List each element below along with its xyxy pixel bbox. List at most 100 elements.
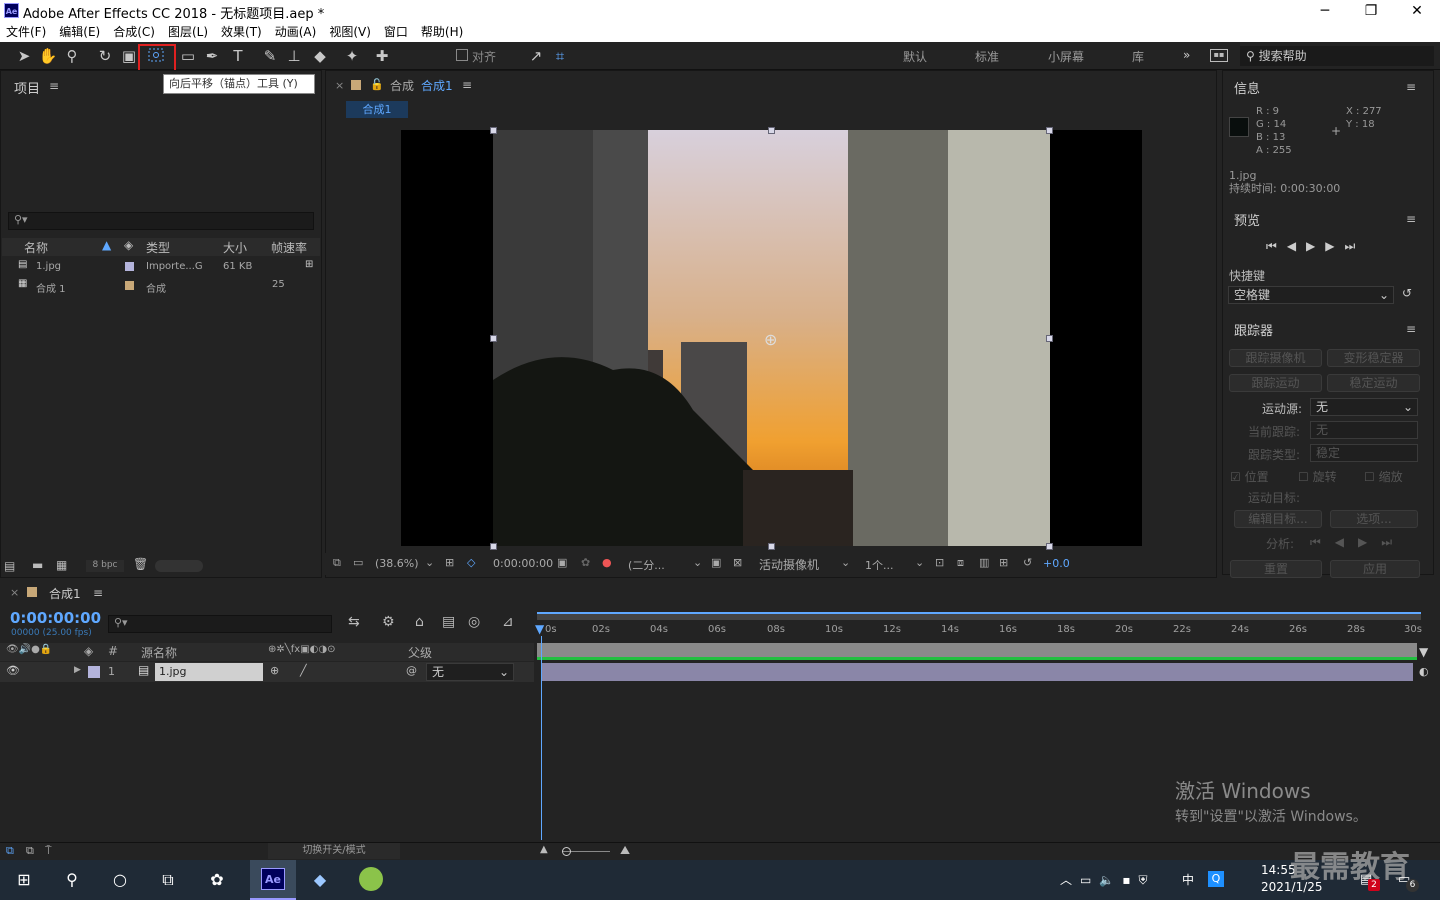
timeline-menu-icon[interactable]: ≡: [93, 586, 103, 600]
search-help-field[interactable]: ⚲ 搜索帮助: [1240, 46, 1434, 66]
options-button[interactable]: 选项...: [1330, 510, 1418, 528]
thumbnail-slider[interactable]: [155, 560, 203, 572]
grid-icon[interactable]: ⊞: [445, 556, 454, 569]
close-button[interactable]: ✕: [1394, 0, 1440, 22]
menu-help[interactable]: 帮助(H): [421, 22, 463, 42]
mask-visibility-icon[interactable]: ◇: [467, 556, 475, 569]
region-of-interest-icon[interactable]: ▣: [711, 556, 721, 569]
qq-icon[interactable]: Q: [1208, 871, 1224, 887]
layer-label-swatch[interactable]: [88, 666, 100, 678]
anchor-point-icon[interactable]: ⊕: [764, 330, 777, 349]
layer-handle-tc[interactable]: [768, 127, 775, 134]
layer-handle-tr[interactable]: [1046, 127, 1053, 134]
workspace-libraries[interactable]: 库: [1132, 48, 1144, 65]
viewer-timecode[interactable]: 0:00:00:00: [493, 557, 553, 570]
zoom-slider-knob[interactable]: [562, 847, 571, 856]
comp-marker-icon[interactable]: ◐: [1419, 665, 1429, 678]
flowchart-icon[interactable]: ⊞: [305, 259, 313, 270]
stabilize-motion-button[interactable]: 稳定运动: [1327, 374, 1420, 392]
workspace-overflow[interactable]: »: [1183, 48, 1190, 62]
motion-source-dropdown[interactable]: 无 ⌄: [1310, 398, 1418, 416]
puppet-pin-tool-icon[interactable]: ✚: [372, 46, 392, 66]
pen-tool-icon[interactable]: ✒: [202, 46, 222, 66]
toggle-pixel-icon[interactable]: ⊡: [935, 556, 944, 569]
comp-menu-icon[interactable]: ≡: [462, 78, 472, 92]
warp-stabilizer-button[interactable]: 变形稳定器: [1327, 349, 1420, 367]
motion-blur-icon[interactable]: ◎: [468, 614, 480, 630]
taskbar-ae-button[interactable]: Ae: [250, 860, 296, 900]
current-track-dropdown[interactable]: 无: [1310, 421, 1418, 439]
layer-handle-bc[interactable]: [768, 543, 775, 550]
snap-target-icon[interactable]: ⌗: [550, 46, 570, 66]
layer-row[interactable]: 👁 ▶ 1 ▤ 1.jpg ⊕ ╱ @ 无 ⌄: [0, 662, 534, 682]
bpc-button[interactable]: 8 bpc: [86, 560, 124, 572]
rotate-tool-icon[interactable]: ↻: [95, 46, 115, 66]
timeline-icon[interactable]: ▥: [979, 556, 989, 569]
windows-start-icon[interactable]: ⊞: [12, 868, 36, 892]
hand-tool-icon[interactable]: ✋: [38, 46, 58, 66]
minimize-button[interactable]: ─: [1302, 0, 1348, 22]
graph-editor-icon[interactable]: ⊿: [502, 614, 514, 630]
zoom-dropdown[interactable]: (38.6%): [375, 557, 419, 570]
layer-switches-toggle-icon[interactable]: ⧉: [6, 844, 14, 858]
layer-handle-mr[interactable]: [1046, 335, 1053, 342]
workspace-standard[interactable]: 标准: [975, 48, 999, 65]
delete-trash-icon[interactable]: 🗑: [133, 557, 148, 571]
expand-arrow-icon[interactable]: ▶: [74, 665, 81, 675]
volume-icon[interactable]: 🔈: [1099, 873, 1122, 887]
last-frame-icon[interactable]: ⏭: [1345, 239, 1366, 253]
comp-mini-flowchart-icon[interactable]: ⇆: [348, 614, 360, 630]
layer-duration-bar[interactable]: [541, 663, 1413, 681]
task-view-icon[interactable]: ⧉: [156, 868, 180, 892]
apply-button[interactable]: 应用: [1330, 560, 1420, 578]
toggle-switches-modes-button[interactable]: 切换开关/模式: [268, 843, 400, 859]
layer-handle-ml[interactable]: [490, 335, 497, 342]
chevron-up-icon[interactable]: ︿: [1060, 873, 1080, 887]
timeline-search-input[interactable]: ⚲▾: [108, 615, 332, 633]
workspace-default[interactable]: 默认: [903, 48, 927, 65]
align-checkbox[interactable]: [456, 49, 468, 61]
in-out-icon[interactable]: ⍑: [45, 844, 52, 858]
scale-checkbox[interactable]: ☐ 缩放: [1364, 468, 1403, 485]
camera-dropdown[interactable]: 活动摄像机: [759, 556, 819, 573]
info-menu-icon[interactable]: ≡: [1406, 80, 1416, 94]
selection-tool-icon[interactable]: ➤: [14, 46, 34, 66]
eraser-tool-icon[interactable]: ◆: [310, 46, 330, 66]
menu-view[interactable]: 视图(V): [329, 22, 371, 42]
rectangle-tool-icon[interactable]: ▭: [178, 46, 198, 66]
timeline-tab-name[interactable]: 合成1: [49, 585, 81, 602]
cortana-icon[interactable]: ○: [108, 868, 132, 892]
monitor-icon[interactable]: ▭: [353, 556, 363, 569]
type-tool-icon[interactable]: T: [228, 46, 248, 66]
channel-rgb-icon[interactable]: ●: [602, 556, 612, 569]
menu-animation[interactable]: 动画(A): [275, 22, 317, 42]
always-preview-icon[interactable]: ⧉: [333, 556, 341, 570]
play-icon[interactable]: ▶: [1306, 239, 1325, 253]
flowchart-icon[interactable]: ⊞: [999, 556, 1008, 569]
pickwhip-icon[interactable]: @: [406, 664, 417, 677]
workspace-small-screen[interactable]: 小屏幕: [1048, 48, 1084, 65]
menu-effect[interactable]: 效果(T): [221, 22, 262, 42]
menu-layer[interactable]: 图层(L): [168, 22, 208, 42]
analyze-controls[interactable]: ⏮◀▶⏭: [1310, 535, 1406, 550]
new-folder-icon[interactable]: ▬: [32, 558, 43, 572]
track-camera-button[interactable]: 跟踪摄像机: [1229, 349, 1322, 367]
time-ruler[interactable]: 0s 02s 04s 06s 08s 10s 12s 14s 16s 18s 2…: [538, 620, 1422, 642]
draft-3d-icon[interactable]: ⚙: [382, 614, 395, 630]
playhead-icon[interactable]: ▼: [535, 622, 549, 636]
project-menu-icon[interactable]: ≡: [49, 79, 59, 93]
reset-exposure-icon[interactable]: ↺: [1023, 556, 1032, 569]
parent-dropdown[interactable]: 无 ⌄: [426, 663, 514, 681]
network-icon[interactable]: ▭: [1080, 873, 1099, 887]
frame-blending-icon[interactable]: ▤: [442, 614, 455, 630]
shy-switch-icon[interactable]: ⊕: [270, 664, 279, 677]
work-area-bar[interactable]: [537, 612, 1421, 620]
maximize-button[interactable]: ❐: [1348, 0, 1394, 22]
position-checkbox[interactable]: ☑ 位置: [1230, 468, 1269, 485]
col-name[interactable]: 名称: [24, 239, 48, 256]
comp-tab-name[interactable]: 合成1: [421, 77, 453, 94]
ime-indicator[interactable]: 中: [1182, 871, 1194, 888]
shortcut-dropdown[interactable]: 空格键 ⌄: [1228, 286, 1394, 304]
col-parent[interactable]: 父级: [408, 644, 432, 661]
snapshot-camera-icon[interactable]: ▣: [557, 556, 567, 569]
